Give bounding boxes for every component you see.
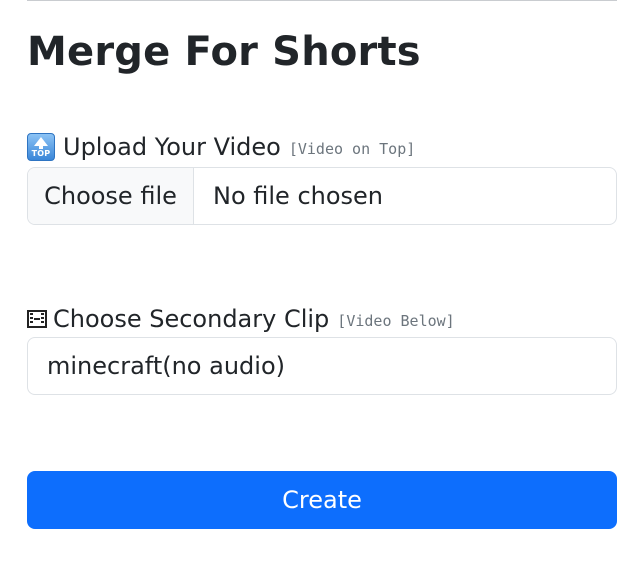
upload-label: TOP Upload Your Video [Video on Top] [27, 131, 415, 163]
top-arrow-icon: TOP [27, 133, 55, 161]
video-file-input[interactable]: Choose file No file chosen [27, 167, 617, 225]
upload-label-text: Upload Your Video [63, 133, 281, 161]
secondary-clip-hint: [Video Below] [337, 312, 455, 330]
page: Merge For Shorts TOP Upload Your Video [… [0, 0, 642, 576]
upload-hint: [Video on Top] [288, 140, 416, 158]
secondary-clip-select[interactable]: minecraft(no audio) [27, 337, 617, 395]
secondary-clip-label-text: Choose Secondary Clip [53, 305, 330, 333]
divider [27, 0, 617, 1]
choose-file-button[interactable]: Choose file [28, 168, 194, 224]
secondary-clip-label: Choose Secondary Clip [Video Below] [27, 303, 455, 335]
file-status-text: No file chosen [213, 182, 384, 210]
page-title: Merge For Shorts [27, 29, 421, 75]
film-frames-icon [27, 310, 47, 328]
create-button[interactable]: Create [27, 471, 617, 529]
